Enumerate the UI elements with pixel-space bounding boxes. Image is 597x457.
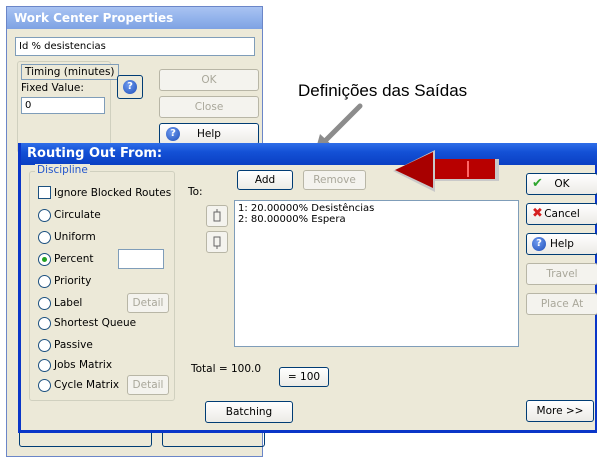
more-button[interactable]: More >>	[526, 400, 594, 422]
routes-list[interactable]: 1: 20.00000% Desistências 2: 80.00000% E…	[234, 200, 519, 347]
radio-passive[interactable]	[38, 339, 51, 352]
help-icon-button[interactable]: ?	[117, 75, 143, 99]
place-at-button[interactable]: Place At	[526, 293, 597, 315]
hand-down-icon	[213, 236, 221, 249]
hand-up-icon	[213, 209, 221, 222]
radio-jobs-matrix[interactable]	[38, 359, 51, 372]
question-icon: ?	[123, 80, 137, 94]
radio-label: Uniform	[54, 231, 96, 243]
radio-cycle-matrix[interactable]	[38, 379, 51, 392]
name-field[interactable]: Id % desistencias	[15, 37, 255, 56]
percent-input[interactable]	[118, 249, 164, 269]
radio-label-option[interactable]	[38, 297, 51, 310]
help-label: Help	[550, 238, 574, 250]
help-label: Help	[197, 128, 221, 140]
window-title: Work Center Properties	[7, 7, 262, 29]
close-button[interactable]: Close	[159, 96, 259, 118]
bottom-button[interactable]	[162, 433, 265, 447]
timing-button[interactable]: Timing (minutes)	[21, 64, 119, 80]
x-icon: ✖	[532, 206, 543, 221]
radio-shortest-queue[interactable]	[38, 317, 51, 330]
batching-button[interactable]: Batching	[205, 401, 293, 423]
add-button[interactable]: Add	[237, 170, 293, 190]
ignore-blocked-checkbox[interactable]	[38, 186, 51, 199]
radio-uniform[interactable]	[38, 231, 51, 244]
travel-button[interactable]: Travel	[526, 263, 597, 285]
ok-label: OK	[554, 178, 570, 190]
radio-priority[interactable]	[38, 275, 51, 288]
radio-label: Cycle Matrix	[54, 379, 120, 391]
cycle-detail-button[interactable]: Detail	[127, 375, 169, 395]
help-button[interactable]: ? Help	[159, 123, 259, 145]
remove-button[interactable]: Remove	[303, 170, 366, 190]
equals-100-button[interactable]: = 100	[279, 367, 329, 387]
radio-label: Priority	[54, 275, 92, 287]
question-icon: ?	[532, 237, 546, 251]
bottom-button[interactable]	[19, 433, 152, 447]
discipline-label: Discipline	[35, 164, 90, 176]
move-down-button[interactable]	[206, 231, 228, 253]
radio-label: Circulate	[54, 209, 101, 221]
cancel-label: Cancel	[544, 208, 580, 220]
fixed-value-label: Fixed Value:	[21, 82, 84, 94]
question-icon: ?	[166, 127, 180, 141]
ok-button[interactable]: OK	[159, 69, 259, 91]
radio-label: Passive	[54, 339, 93, 351]
pointer-arrow-icon	[393, 150, 499, 192]
help-button[interactable]: ? Help	[526, 233, 597, 255]
move-up-button[interactable]	[206, 205, 228, 227]
radio-percent[interactable]	[38, 253, 51, 266]
ok-button[interactable]: ✔ OK	[526, 173, 597, 195]
radio-label: Jobs Matrix	[54, 359, 113, 371]
annotation-text: Definições das Saídas	[298, 81, 468, 100]
radio-circulate[interactable]	[38, 209, 51, 222]
radio-label: Shortest Queue	[54, 317, 137, 329]
to-label: To:	[188, 186, 203, 198]
fixed-value-input[interactable]: 0	[21, 97, 105, 114]
list-item[interactable]: 2: 80.00000% Espera	[238, 214, 515, 225]
label-detail-button[interactable]: Detail	[127, 293, 169, 313]
routing-out-dialog: Routing Out From: Discipline Ignore Bloc…	[18, 143, 597, 433]
radio-label: Label	[54, 297, 83, 309]
total-label: Total = 100.0	[191, 363, 262, 375]
cancel-button[interactable]: ✖ Cancel	[526, 203, 597, 225]
ignore-blocked-label: Ignore Blocked Routes	[54, 187, 172, 199]
radio-label: Percent	[54, 253, 94, 265]
list-item[interactable]: 1: 20.00000% Desistências	[238, 203, 515, 214]
check-icon: ✔	[532, 176, 543, 191]
